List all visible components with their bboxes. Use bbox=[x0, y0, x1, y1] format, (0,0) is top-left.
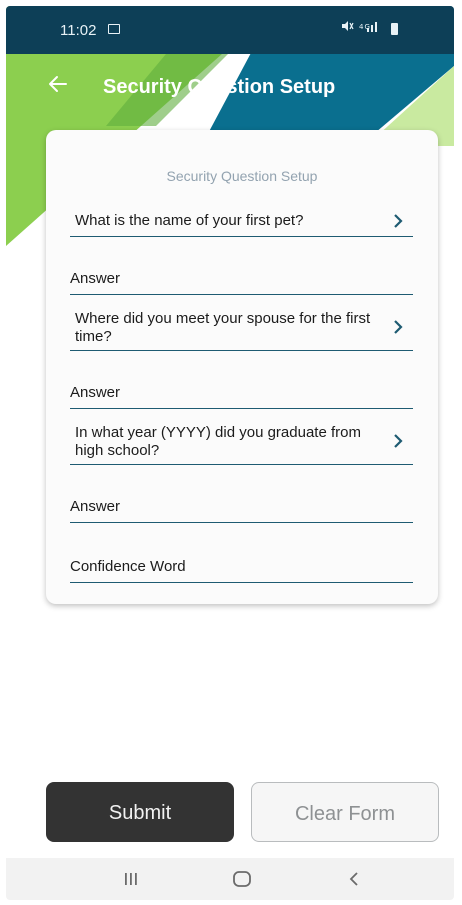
question-1-text: What is the name of your first pet? bbox=[75, 212, 304, 229]
status-time: 11:02 bbox=[60, 22, 97, 39]
card-title: Security Question Setup bbox=[166, 168, 318, 184]
question-2-selector[interactable]: Where did you meet your spouse for the f… bbox=[70, 306, 413, 351]
app-header: Security Question Setup bbox=[6, 54, 454, 118]
question-3-selector[interactable]: In what year (YYYY) did you graduate fro… bbox=[70, 420, 413, 465]
status-bar: 11:02 4G bbox=[6, 6, 454, 54]
back-arrow-icon[interactable] bbox=[46, 72, 70, 96]
recent-apps-icon[interactable] bbox=[122, 870, 140, 888]
back-nav-icon[interactable] bbox=[346, 870, 362, 888]
submit-button[interactable]: Submit bbox=[46, 782, 234, 842]
confidence-word-placeholder: Confidence Word bbox=[70, 558, 186, 575]
clear-form-button[interactable]: Clear Form bbox=[251, 782, 439, 842]
device-screen: 11:02 4G Security Question Setup Securit… bbox=[6, 6, 454, 900]
system-navigation-bar bbox=[6, 858, 454, 900]
page-title: Security Question Setup bbox=[103, 76, 336, 98]
confidence-word-input[interactable]: Confidence Word bbox=[70, 554, 413, 583]
chevron-right-icon bbox=[394, 320, 403, 334]
question-3-text: In what year (YYYY) did you graduate fro… bbox=[75, 424, 361, 459]
chevron-right-icon bbox=[394, 434, 403, 448]
question-1-selector[interactable]: What is the name of your first pet? bbox=[70, 208, 413, 237]
security-form-card: Security Question Setup What is the name… bbox=[46, 130, 438, 604]
answer-3-input[interactable]: Answer bbox=[70, 494, 413, 523]
answer-3-placeholder: Answer bbox=[70, 498, 121, 515]
answer-1-placeholder: Answer bbox=[70, 270, 121, 287]
svg-text:4G: 4G bbox=[359, 23, 371, 31]
mute-icon bbox=[342, 21, 354, 31]
question-2-text: Where did you meet your spouse for the f… bbox=[75, 310, 371, 345]
answer-2-input[interactable]: Answer bbox=[70, 380, 413, 409]
action-bar: Submit Clear Form bbox=[6, 782, 454, 846]
signal-icon: 4G bbox=[359, 22, 377, 32]
answer-2-placeholder: Answer bbox=[70, 384, 121, 401]
home-icon[interactable] bbox=[232, 870, 252, 888]
answer-1-input[interactable]: Answer bbox=[70, 266, 413, 295]
gallery-notification-icon bbox=[108, 24, 120, 34]
chevron-right-icon bbox=[394, 214, 403, 228]
battery-icon bbox=[391, 22, 399, 35]
signal-icons: 4G bbox=[340, 20, 399, 35]
